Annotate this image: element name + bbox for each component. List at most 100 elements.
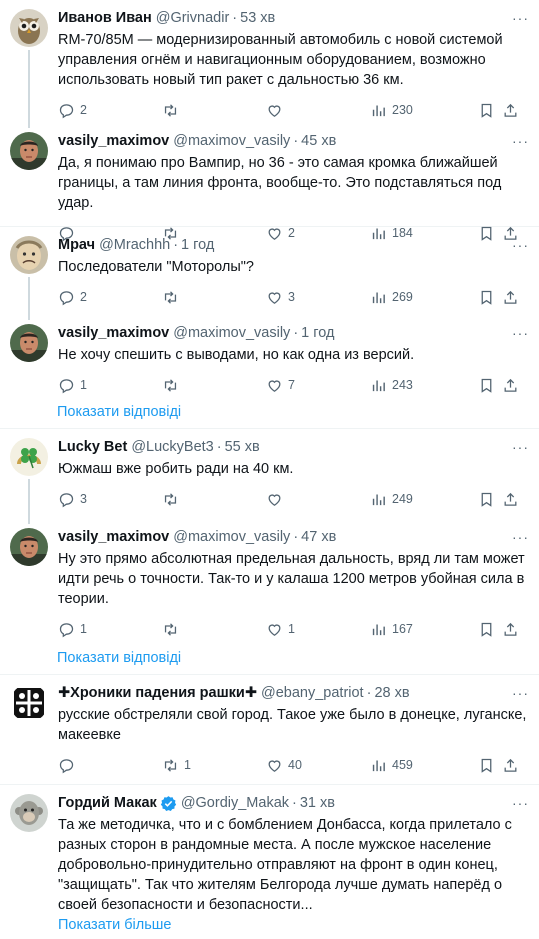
author-handle[interactable]: @maximov_vasily bbox=[173, 325, 290, 341]
separator-dot: · bbox=[216, 439, 222, 455]
tweet[interactable]: Иванов Иван @Grivnadir · 53 хв ··· RM-70… bbox=[0, 0, 539, 128]
timestamp[interactable]: 1 год bbox=[301, 325, 334, 341]
timestamp[interactable]: 47 хв bbox=[301, 529, 336, 545]
man-avatar[interactable] bbox=[10, 132, 48, 170]
more-icon[interactable]: ··· bbox=[512, 439, 529, 455]
more-icon[interactable]: ··· bbox=[512, 795, 529, 811]
reply-button[interactable]: 2 bbox=[58, 289, 162, 306]
author-name[interactable]: Lucky Bet bbox=[58, 439, 127, 455]
views-button[interactable]: 459 bbox=[370, 757, 478, 774]
retweet-button[interactable] bbox=[162, 102, 266, 119]
bookmark-button[interactable] bbox=[478, 289, 502, 306]
reply-button[interactable]: 2 bbox=[58, 102, 162, 119]
tweet[interactable]: ✚Хроники падения рашки✚ @ebany_patriot ·… bbox=[0, 675, 539, 785]
share-button[interactable] bbox=[502, 491, 519, 508]
author-name[interactable]: Гордий Макак bbox=[58, 795, 157, 811]
share-button[interactable] bbox=[502, 289, 519, 306]
more-icon[interactable]: ··· bbox=[512, 133, 529, 149]
action-bar: 1 40 459 bbox=[58, 745, 527, 785]
retweet-button[interactable] bbox=[162, 621, 266, 638]
views-button[interactable]: 167 bbox=[370, 621, 478, 638]
tweet-text: русские обстреляли свой город. Такое уже… bbox=[58, 707, 527, 743]
bookmark-icon bbox=[481, 492, 492, 507]
like-button[interactable] bbox=[266, 102, 370, 119]
author-name[interactable]: Иванов Иван bbox=[58, 10, 152, 26]
bookmark-button[interactable] bbox=[478, 377, 502, 394]
like-button[interactable] bbox=[266, 491, 370, 508]
author-handle[interactable]: @Gordiy_Makak bbox=[181, 795, 289, 811]
tweet-text: Да, я понимаю про Вампир, но 36 - это са… bbox=[58, 155, 502, 211]
author-handle[interactable]: @Grivnadir bbox=[156, 10, 230, 26]
tweet[interactable]: Гордий Макак @Gordiy_Makak · 31 хв ··· Т… bbox=[0, 785, 539, 935]
views-count: 459 bbox=[392, 758, 413, 772]
timestamp[interactable]: 45 хв bbox=[301, 133, 336, 149]
reply-button[interactable]: 1 bbox=[58, 377, 162, 394]
more-icon[interactable]: ··· bbox=[512, 10, 529, 26]
reply-button[interactable]: 1 bbox=[58, 621, 162, 638]
more-icon[interactable]: ··· bbox=[512, 237, 529, 253]
retweet-button[interactable] bbox=[162, 491, 266, 508]
bookmark-button[interactable] bbox=[478, 621, 502, 638]
retweet-icon bbox=[164, 378, 177, 392]
retweet-button[interactable] bbox=[162, 377, 266, 394]
tweet[interactable]: vasily_maximov @maximov_vasily · 45 хв ·… bbox=[0, 123, 539, 241]
author-handle[interactable]: @Mrachhh bbox=[99, 237, 170, 253]
share-button[interactable] bbox=[502, 377, 519, 394]
monkey-avatar[interactable] bbox=[10, 794, 48, 832]
tweet[interactable]: vasily_maximov @maximov_vasily · 1 год ·… bbox=[0, 315, 539, 395]
retweet-button[interactable]: 1 bbox=[162, 757, 266, 774]
like-button[interactable]: 7 bbox=[266, 377, 370, 394]
bookmark-button[interactable] bbox=[478, 757, 502, 774]
author-name[interactable]: ✚Хроники падения рашки✚ bbox=[58, 685, 257, 701]
bookmark-icon bbox=[481, 103, 492, 118]
man-avatar[interactable] bbox=[10, 528, 48, 566]
tweet[interactable]: Мрач @Mrachhh · 1 год ··· Последователи … bbox=[0, 227, 539, 320]
more-icon[interactable]: ··· bbox=[512, 529, 529, 545]
share-button[interactable] bbox=[502, 757, 519, 774]
reply-count: 2 bbox=[80, 290, 87, 304]
action-bar: 1 7 243 bbox=[58, 365, 527, 405]
bookmark-button[interactable] bbox=[478, 102, 502, 119]
man-avatar[interactable] bbox=[10, 324, 48, 362]
views-button[interactable]: 230 bbox=[370, 102, 478, 119]
views-button[interactable]: 269 bbox=[370, 289, 478, 306]
author-name[interactable]: vasily_maximov bbox=[58, 133, 169, 149]
timestamp[interactable]: 1 год bbox=[181, 237, 214, 253]
views-button[interactable]: 249 bbox=[370, 491, 478, 508]
owl-avatar[interactable] bbox=[10, 9, 48, 47]
like-button[interactable]: 40 bbox=[266, 757, 370, 774]
thread-line bbox=[28, 479, 30, 524]
emblem-avatar[interactable] bbox=[10, 684, 48, 722]
author-name[interactable]: Мрач bbox=[58, 237, 95, 253]
tweet[interactable]: Lucky Bet @LuckyBet3 · 55 хв ··· Южмаш в… bbox=[0, 429, 539, 524]
timestamp[interactable]: 55 хв bbox=[225, 439, 260, 455]
author-handle[interactable]: @LuckyBet3 bbox=[131, 439, 213, 455]
author-name[interactable]: vasily_maximov bbox=[58, 529, 169, 545]
share-button[interactable] bbox=[502, 102, 519, 119]
author-handle[interactable]: @maximov_vasily bbox=[173, 133, 290, 149]
timestamp[interactable]: 28 хв bbox=[374, 685, 409, 701]
author-handle[interactable]: @maximov_vasily bbox=[173, 529, 290, 545]
views-count: 243 bbox=[392, 378, 413, 392]
reply-count: 1 bbox=[80, 378, 87, 392]
reply-button[interactable] bbox=[58, 757, 162, 774]
timestamp[interactable]: 53 хв bbox=[240, 10, 275, 26]
share-button[interactable] bbox=[502, 621, 519, 638]
views-count: 230 bbox=[392, 103, 413, 117]
views-button[interactable]: 243 bbox=[370, 377, 478, 394]
clover-avatar[interactable] bbox=[10, 438, 48, 476]
tweet[interactable]: vasily_maximov @maximov_vasily · 47 хв ·… bbox=[0, 519, 539, 641]
timestamp[interactable]: 31 хв bbox=[300, 795, 335, 811]
replies-feed: Иванов Иван @Grivnadir · 53 хв ··· RM-70… bbox=[0, 0, 539, 939]
retweet-button[interactable] bbox=[162, 289, 266, 306]
like-button[interactable]: 3 bbox=[266, 289, 370, 306]
bookmark-button[interactable] bbox=[478, 491, 502, 508]
more-icon[interactable]: ··· bbox=[512, 325, 529, 341]
more-icon[interactable]: ··· bbox=[512, 685, 529, 701]
author-name[interactable]: vasily_maximov bbox=[58, 325, 169, 341]
face-avatar[interactable] bbox=[10, 236, 48, 274]
like-button[interactable]: 1 bbox=[266, 621, 370, 638]
reply-button[interactable]: 3 bbox=[58, 491, 162, 508]
author-handle[interactable]: @ebany_patriot bbox=[261, 685, 364, 701]
show-more-link[interactable]: Показати більше bbox=[58, 915, 527, 935]
